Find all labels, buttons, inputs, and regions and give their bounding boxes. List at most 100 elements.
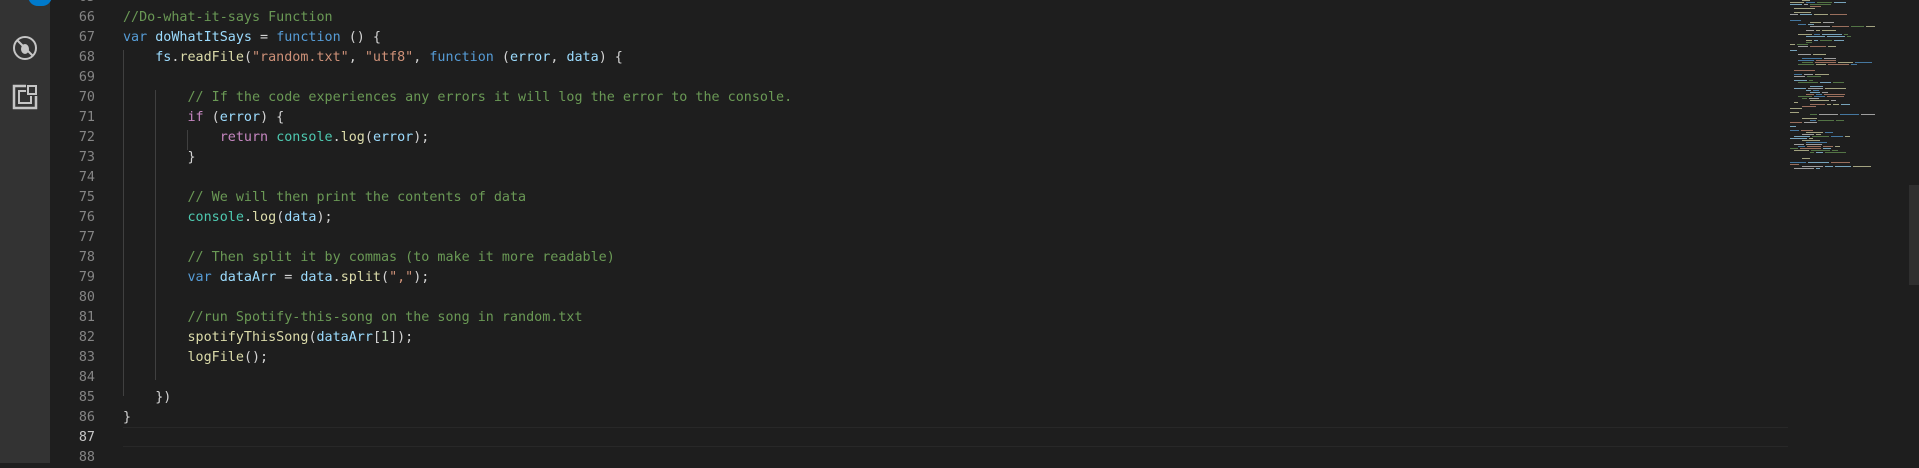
minimap-line bbox=[1810, 46, 1826, 47]
code-line[interactable]: 84 bbox=[0, 368, 1790, 388]
minimap-line bbox=[1794, 150, 1809, 151]
minimap-line bbox=[1835, 166, 1851, 167]
minimap-line bbox=[1810, 26, 1830, 27]
code-text[interactable]: return console.log(error); bbox=[123, 128, 430, 148]
code-text[interactable]: // We will then print the contents of da… bbox=[123, 188, 527, 208]
line-number: 78 bbox=[78, 250, 95, 265]
code-text[interactable]: //Do-what-it-says Function bbox=[123, 8, 333, 28]
line-number: 73 bbox=[78, 150, 95, 165]
code-text[interactable]: } bbox=[123, 408, 131, 428]
minimap-line bbox=[1790, 108, 1802, 109]
code-line[interactable]: 83 logFile(); bbox=[0, 348, 1790, 368]
code-text[interactable]: // Then split it by commas (to make it m… bbox=[123, 248, 615, 268]
code-text[interactable]: spotifyThisSong(dataArr[1]); bbox=[123, 328, 414, 348]
minimap-line bbox=[1798, 96, 1812, 97]
code-line[interactable]: 75 // We will then print the contents of… bbox=[0, 188, 1790, 208]
minimap-line bbox=[1802, 166, 1823, 167]
minimap-line bbox=[1809, 80, 1813, 81]
code-line[interactable]: 78 // Then split it by commas (to make i… bbox=[0, 248, 1790, 268]
code-line[interactable]: 81 //run Spotify-this-song on the song i… bbox=[0, 308, 1790, 328]
minimap-line bbox=[1806, 30, 1814, 31]
minimap-line bbox=[1847, 36, 1851, 37]
line-number: 83 bbox=[78, 350, 95, 365]
minimap-line bbox=[1790, 4, 1802, 5]
minimap-line bbox=[1794, 80, 1807, 81]
code-line[interactable]: 74 bbox=[0, 168, 1790, 188]
code-text[interactable]: fs.readFile("random.txt", "utf8", functi… bbox=[123, 48, 623, 68]
code-line[interactable]: 65 bbox=[0, 0, 1790, 8]
code-line[interactable]: 76 console.log(data); bbox=[0, 208, 1790, 228]
line-number: 85 bbox=[78, 390, 95, 405]
line-number: 79 bbox=[78, 270, 95, 285]
minimap-line bbox=[1798, 46, 1808, 47]
minimap-line bbox=[1798, 34, 1812, 35]
code-line[interactable]: 66 //Do-what-it-says Function bbox=[0, 8, 1790, 28]
minimap-line bbox=[1816, 64, 1826, 65]
minimap-line bbox=[1832, 26, 1849, 27]
line-number: 88 bbox=[78, 450, 95, 465]
minimap-line bbox=[1816, 60, 1836, 61]
minimap[interactable] bbox=[1790, 0, 1910, 463]
code-line[interactable]: 70 // If the code experiences any errors… bbox=[0, 88, 1790, 108]
minimap-line bbox=[1810, 92, 1820, 93]
code-line[interactable]: 77 bbox=[0, 228, 1790, 248]
minimap-line bbox=[1840, 114, 1859, 115]
code-line[interactable]: 72 return console.log(error); bbox=[0, 128, 1790, 148]
minimap-line bbox=[1810, 104, 1825, 105]
code-text[interactable]: }) bbox=[123, 388, 171, 408]
line-number: 65 bbox=[50, 0, 95, 8]
code-text[interactable]: var dataArr = data.split(","); bbox=[123, 268, 430, 288]
scrollbar-thumb[interactable] bbox=[1909, 185, 1919, 285]
minimap-line bbox=[1825, 166, 1833, 167]
minimap-line bbox=[1801, 130, 1813, 131]
minimap-line bbox=[1825, 132, 1833, 133]
code-line[interactable]: 85 }) bbox=[0, 388, 1790, 408]
code-text[interactable]: logFile(); bbox=[123, 348, 269, 368]
code-line[interactable]: 82 spotifyThisSong(dataArr[1]); bbox=[0, 328, 1790, 348]
line-number: 69 bbox=[78, 70, 95, 85]
minimap-line bbox=[1866, 26, 1875, 27]
code-text[interactable]: var doWhatItSays = function () { bbox=[123, 28, 381, 48]
minimap-line bbox=[1818, 120, 1834, 121]
code-text[interactable]: //run Spotify-this-song on the song in r… bbox=[123, 308, 583, 328]
code-line[interactable]: 79 var dataArr = data.split(","); bbox=[0, 268, 1790, 288]
line-number: 74 bbox=[78, 170, 95, 185]
minimap-line bbox=[1798, 82, 1818, 83]
minimap-line bbox=[1822, 30, 1836, 31]
minimap-line bbox=[1810, 22, 1821, 23]
minimap-line bbox=[1810, 114, 1817, 115]
line-number: 72 bbox=[78, 130, 95, 145]
minimap-line bbox=[1794, 168, 1814, 169]
code-text[interactable]: } bbox=[123, 148, 195, 168]
minimap-line bbox=[1812, 136, 1829, 137]
minimap-line bbox=[1804, 122, 1817, 123]
code-line[interactable]: 67 var doWhatItSays = function () { bbox=[0, 28, 1790, 48]
code-line[interactable]: 88 bbox=[0, 448, 1790, 468]
minimap-line bbox=[1855, 62, 1872, 63]
minimap-line bbox=[1823, 148, 1831, 149]
minimap-line bbox=[1824, 94, 1845, 95]
minimap-line bbox=[1834, 40, 1844, 41]
code-text[interactable]: console.log(data); bbox=[123, 208, 333, 228]
code-line[interactable]: 86} bbox=[0, 408, 1790, 428]
minimap-line bbox=[1807, 146, 1821, 147]
code-line[interactable]: 68 fs.readFile("random.txt", "utf8", fun… bbox=[0, 48, 1790, 68]
minimap-line bbox=[1814, 14, 1828, 15]
line-number: 66 bbox=[78, 10, 95, 25]
minimap-line bbox=[1814, 34, 1820, 35]
minimap-line bbox=[1800, 148, 1821, 149]
code-line[interactable]: 71 if (error) { bbox=[0, 108, 1790, 128]
code-line[interactable]: 87 bbox=[0, 428, 1790, 448]
code-text[interactable]: if (error) { bbox=[123, 108, 285, 128]
minimap-line bbox=[1808, 24, 1814, 25]
code-line[interactable]: 69 bbox=[0, 68, 1790, 88]
minimap-line bbox=[1814, 40, 1818, 41]
minimap-line bbox=[1825, 152, 1846, 153]
minimap-line bbox=[1794, 88, 1806, 89]
minimap-line bbox=[1802, 0, 1810, 1]
minimap-line bbox=[1806, 94, 1814, 95]
code-editor[interactable]: 65 66 //Do-what-it-says Function 67 var doWh… bbox=[0, 0, 1919, 465]
code-line[interactable]: 80 bbox=[0, 288, 1790, 308]
code-line[interactable]: 73 } bbox=[0, 148, 1790, 168]
code-text[interactable]: // If the code experiences any errors it… bbox=[123, 88, 793, 108]
